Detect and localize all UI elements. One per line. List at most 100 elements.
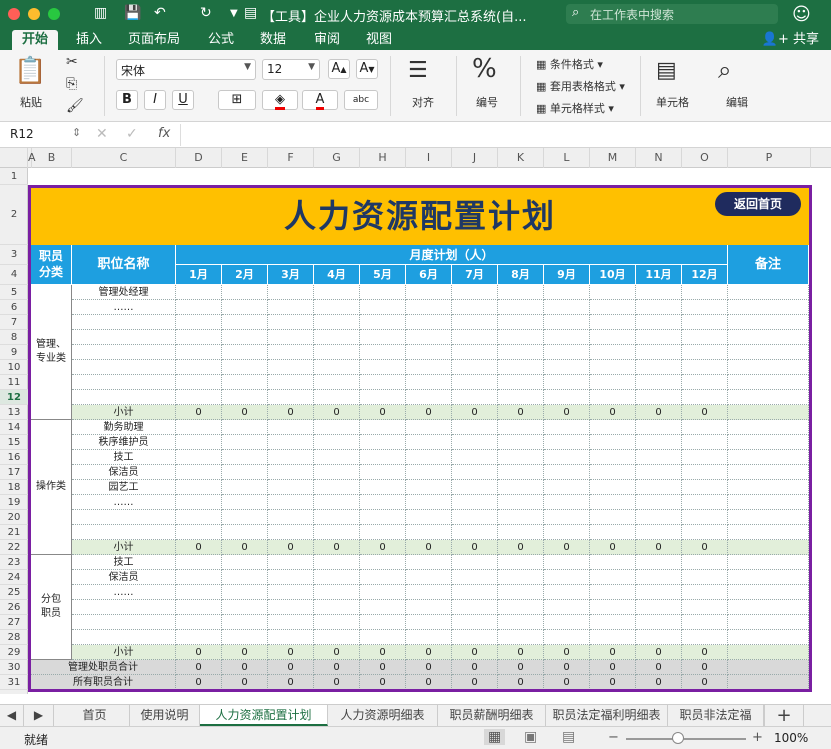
row-header-6[interactable]: 6 — [0, 300, 28, 315]
worksheet[interactable]: ABCDEFGHIJKLMNOP 1 2 3 4 5 6 7 8 9 10 11 12 13 14 15 16… — [0, 148, 831, 694]
phonetic-guide-button[interactable]: abc — [344, 90, 378, 110]
borders-button[interactable]: ⊞ — [218, 90, 256, 110]
edit-search-icon[interactable]: ⌕ — [718, 56, 731, 84]
row-header-14[interactable]: 14 — [0, 420, 28, 435]
format-painter-icon[interactable]: 🖌 — [66, 98, 84, 114]
fill-color-button[interactable]: ◈ — [262, 90, 298, 110]
column-header-O[interactable]: O — [682, 148, 728, 168]
row-header-8[interactable]: 8 — [0, 330, 28, 345]
cancel-icon[interactable]: ✕ — [96, 126, 108, 142]
bold-button[interactable]: B — [116, 90, 138, 110]
normal-view-icon[interactable]: ▦ — [484, 729, 506, 745]
row-header-27[interactable]: 27 — [0, 615, 28, 630]
row-header-29[interactable]: 29 — [0, 645, 28, 660]
row-header-19[interactable]: 19 — [0, 495, 28, 510]
page-layout-view-icon[interactable]: ▣ — [524, 729, 537, 745]
sheet-tab[interactable]: 人力资源配置计划 — [200, 705, 328, 726]
select-all-corner[interactable] — [0, 148, 28, 168]
search-input[interactable]: ⌕ 在工作表中搜索 — [566, 4, 778, 24]
zoom-in-icon[interactable]: + — [752, 730, 763, 745]
number-label[interactable]: 编号 — [476, 94, 498, 110]
column-header-L[interactable]: L — [544, 148, 590, 168]
next-sheet-icon[interactable]: ▶ — [24, 705, 54, 726]
row-header-30[interactable]: 30 — [0, 660, 28, 675]
row-header-31[interactable]: 31 — [0, 675, 28, 690]
add-sheet-icon[interactable]: + — [764, 705, 804, 726]
enter-icon[interactable]: ✓ — [126, 126, 138, 142]
sidebar-icon[interactable]: ▥ — [94, 5, 107, 21]
cut-icon[interactable]: ✂ — [66, 54, 78, 70]
cells-icon[interactable]: ▤ — [656, 58, 677, 83]
paste-icon[interactable]: 📋 — [14, 56, 46, 86]
row-header-25[interactable]: 25 — [0, 585, 28, 600]
font-name-select[interactable]: 宋体 ▼ — [116, 59, 256, 80]
name-box[interactable]: R12 — [6, 126, 82, 144]
column-header-G[interactable]: G — [314, 148, 360, 168]
row-header-26[interactable]: 26 — [0, 600, 28, 615]
sheet-tab[interactable]: 职员薪酬明细表 — [438, 705, 546, 726]
decrease-font-button[interactable]: A▼ — [356, 59, 378, 79]
edit-label[interactable]: 编辑 — [726, 94, 748, 110]
customize-toolbar-icon[interactable]: ▼ — [230, 8, 238, 19]
column-header-H[interactable]: H — [360, 148, 406, 168]
tab-formulas[interactable]: 公式 — [208, 30, 234, 50]
feedback-smiley-icon[interactable]: ☺ — [792, 4, 811, 25]
column-header-K[interactable]: K — [498, 148, 544, 168]
prev-sheet-icon[interactable]: ◀ — [0, 705, 24, 726]
row-header-22[interactable]: 22 — [0, 540, 28, 555]
zoom-slider[interactable] — [626, 738, 746, 740]
number-format-icon[interactable]: % — [472, 54, 497, 84]
sheet-tab[interactable]: 首页 — [60, 705, 130, 726]
column-header-E[interactable]: E — [222, 148, 268, 168]
column-header-M[interactable]: M — [590, 148, 636, 168]
tab-review[interactable]: 审阅 — [314, 30, 340, 50]
row-header-3[interactable]: 3 — [0, 245, 28, 265]
zoom-out-icon[interactable]: − — [608, 730, 619, 745]
row-header-7[interactable]: 7 — [0, 315, 28, 330]
align-label[interactable]: 对齐 — [412, 94, 434, 110]
sheet-tab[interactable]: 职员法定福利明细表 — [546, 705, 668, 726]
row-header-20[interactable]: 20 — [0, 510, 28, 525]
page-break-view-icon[interactable]: ▤ — [562, 729, 575, 745]
row-header-10[interactable]: 10 — [0, 360, 28, 375]
underline-button[interactable]: U — [172, 90, 194, 110]
column-header-D[interactable]: D — [176, 148, 222, 168]
zoom-window-button[interactable] — [48, 8, 60, 20]
sheet-tab[interactable]: 职员非法定福 — [668, 705, 764, 726]
zoom-slider-handle[interactable] — [672, 732, 684, 744]
row-header-16[interactable]: 16 — [0, 450, 28, 465]
save-icon[interactable]: 💾 — [124, 5, 141, 21]
column-header-F[interactable]: F — [268, 148, 314, 168]
row-header-24[interactable]: 24 — [0, 570, 28, 585]
increase-font-button[interactable]: A▲ — [328, 59, 350, 79]
row-header-28[interactable]: 28 — [0, 630, 28, 645]
cell-styles-button[interactable]: ▦ 单元格样式 ▾ — [536, 100, 614, 116]
row-header-4[interactable]: 4 — [0, 265, 28, 285]
sheet-tab[interactable]: 使用说明 — [130, 705, 200, 726]
italic-button[interactable]: I — [144, 90, 166, 110]
row-header-23[interactable]: 23 — [0, 555, 28, 570]
row-header-11[interactable]: 11 — [0, 375, 28, 390]
name-box-chevron-icon[interactable]: ⇕ — [72, 126, 81, 139]
undo-icon[interactable]: ↶ — [154, 5, 166, 21]
row-header-5[interactable]: 5 — [0, 285, 28, 300]
column-header-B[interactable]: B — [32, 148, 72, 168]
format-as-table-button[interactable]: ▦ 套用表格格式 ▾ — [536, 78, 625, 94]
paste-label[interactable]: 粘贴 — [20, 94, 42, 110]
tab-page-layout[interactable]: 页面布局 — [128, 30, 180, 50]
function-icon[interactable]: fx — [158, 126, 170, 141]
column-header-I[interactable]: I — [406, 148, 452, 168]
row-header-12[interactable]: 12 — [0, 390, 28, 405]
conditional-format-button[interactable]: ▦ 条件格式 ▾ — [536, 56, 603, 72]
align-icon[interactable]: ☰ — [408, 58, 428, 83]
sheet-tab[interactable]: 人力资源明细表 — [328, 705, 438, 726]
column-header-P[interactable]: P — [728, 148, 811, 168]
column-header-J[interactable]: J — [452, 148, 498, 168]
tab-home[interactable]: 开始 — [12, 30, 59, 50]
row-header-1[interactable]: 1 — [0, 168, 28, 185]
tab-view[interactable]: 视图 — [366, 30, 392, 50]
row-header-17[interactable]: 17 — [0, 465, 28, 480]
row-header-18[interactable]: 18 — [0, 480, 28, 495]
row-header-15[interactable]: 15 — [0, 435, 28, 450]
minimize-window-button[interactable] — [28, 8, 40, 20]
